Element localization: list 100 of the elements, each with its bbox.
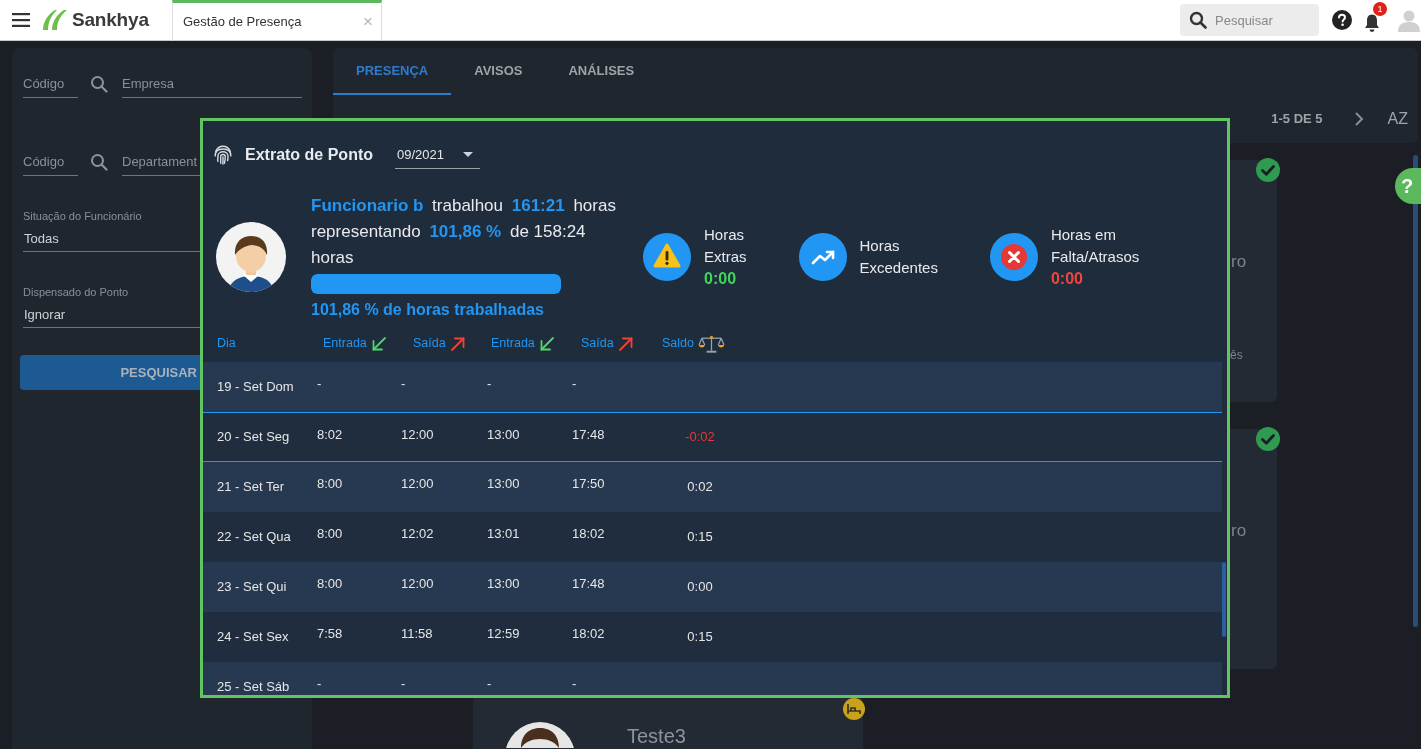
table-cell-text: - xyxy=(317,375,322,393)
table-cell-text: - xyxy=(487,675,492,693)
tab[interactable]: ANÁLISES xyxy=(545,48,658,95)
table-row[interactable]: 20 - Set Seg 8:02 12:00 13:00 17:48 -0:02 xyxy=(203,412,1222,462)
table-cell-text: 0:00 xyxy=(687,578,713,597)
scrollbar-thumb[interactable] xyxy=(1413,155,1418,627)
pagination-text: 1-5 DE 5 xyxy=(1271,110,1323,129)
table-cell-text: - xyxy=(487,375,492,393)
table-cell-text: 23 - Set Qui xyxy=(216,578,287,597)
employee-card[interactable]: ro xyxy=(1227,429,1277,669)
stat-label: Horas em Falta/Atrasos xyxy=(1050,225,1140,267)
table-cell-text: 13:00 xyxy=(487,426,520,444)
menu-icon[interactable] xyxy=(12,13,30,27)
check-icon xyxy=(1256,158,1280,182)
employee-name: Teste3 xyxy=(627,725,686,747)
help-icon[interactable] xyxy=(1332,10,1352,30)
column-header[interactable]: Dia xyxy=(217,334,236,353)
table-cell-text: 17:48 xyxy=(572,426,605,444)
search-icon[interactable] xyxy=(90,75,108,93)
table-cell-text: 17:48 xyxy=(572,575,605,593)
column-header[interactable]: Saída xyxy=(413,334,446,353)
table-cell-text: 0:15 xyxy=(687,528,713,547)
notification-badge: 1 xyxy=(1373,2,1387,16)
app-tab[interactable]: Gestão de Presença × xyxy=(172,0,382,41)
caret-icon xyxy=(463,152,473,157)
table-cell-text: 11:58 xyxy=(401,625,433,643)
name-field[interactable]: Empresa xyxy=(122,70,302,98)
table-cell-text: - xyxy=(572,375,577,393)
table-cell-text: 19 - Set Dom xyxy=(216,378,294,397)
table-cell-text: 7:58 xyxy=(317,625,343,643)
table-cell-text: 18:02 xyxy=(572,525,605,543)
tab[interactable]: PRESENÇA xyxy=(333,48,452,95)
logo-icon xyxy=(42,9,68,31)
stat-label: Horas Excedentes xyxy=(859,236,938,278)
name-field[interactable]: Departament xyxy=(122,148,202,176)
search-icon xyxy=(1189,11,1207,29)
table-cell-text: 0:15 xyxy=(687,628,713,647)
table-cell-text: 22 - Set Qua xyxy=(216,528,291,547)
brand-name: Sankhya xyxy=(72,7,150,32)
employee-card[interactable]: ro ês xyxy=(1227,160,1277,402)
table-row[interactable]: 25 - Set Sáb - - - - xyxy=(203,662,1222,695)
table-cell-text: 13:00 xyxy=(487,575,520,593)
table-cell-text: 12:00 xyxy=(401,575,434,593)
arrow-down-left-icon xyxy=(370,335,387,352)
column-header[interactable]: Saldo xyxy=(662,334,694,353)
field-label: Dispensado do Ponto xyxy=(23,285,130,299)
sort-button[interactable]: AZ xyxy=(1387,111,1408,127)
progress-caption: 101,86 % de horas trabalhadas xyxy=(311,300,545,320)
table-cell-text: 25 - Set Sáb xyxy=(216,678,290,695)
stat-value: 0:00 xyxy=(704,269,738,289)
table-row[interactable]: 21 - Set Ter 8:00 12:00 13:00 17:50 0:02 xyxy=(203,462,1222,512)
table-cell-text: 13:00 xyxy=(487,475,520,493)
table-cell-text: 24 - Set Sex xyxy=(216,628,289,647)
search-button[interactable]: PESQUISAR xyxy=(20,355,200,390)
bed-icon xyxy=(843,698,865,720)
search-icon[interactable] xyxy=(90,153,108,171)
scrollbar-thumb[interactable] xyxy=(1222,562,1226,637)
table-cell-text: 12:00 xyxy=(401,475,434,493)
arrow-up-right-icon xyxy=(449,335,466,352)
warning-icon xyxy=(643,233,691,281)
card-text: ês xyxy=(1229,348,1244,362)
card-text: ro xyxy=(1230,521,1248,541)
table-cell-text: 8:00 xyxy=(317,575,343,593)
tab-label: Gestão de Presença xyxy=(183,12,302,31)
table-cell-text: 20 - Set Seg xyxy=(216,428,290,447)
column-header[interactable]: Entrada xyxy=(491,334,535,353)
period-select[interactable]: 09/2021 xyxy=(395,141,480,169)
chevron-right-icon[interactable] xyxy=(1353,111,1364,127)
table-cell-text: 8:02 xyxy=(317,426,343,444)
arrow-up-right-icon xyxy=(617,335,634,352)
column-header[interactable]: Saída xyxy=(581,334,614,353)
code-field[interactable]: Código xyxy=(23,148,78,176)
search-field[interactable]: Pesquisar xyxy=(1180,4,1319,36)
stat-value: 0:00 xyxy=(1050,269,1084,289)
table-cell-text: - xyxy=(317,675,322,693)
table-cell-text: 12:02 xyxy=(401,525,434,543)
table-cell-text: - xyxy=(401,675,406,693)
table-cell-text: - xyxy=(572,675,577,693)
table-cell-text: 13:01 xyxy=(487,525,520,543)
table-cell-text: -0:02 xyxy=(685,428,715,447)
employee-card[interactable]: Teste3 xyxy=(473,696,863,749)
scales-icon xyxy=(698,333,725,354)
table-cell-text: - xyxy=(401,375,406,393)
table-cell-text: 12:59 xyxy=(487,625,520,643)
dialog-title: Extrato de Ponto xyxy=(245,145,373,165)
table-row[interactable]: 23 - Set Qui 8:00 12:00 13:00 17:48 0:00 xyxy=(203,562,1222,612)
tab[interactable]: AVISOS xyxy=(451,48,546,95)
table-cell-text: 18:02 xyxy=(572,625,605,643)
card-text: ro xyxy=(1230,252,1248,272)
table-cell-text: 0:02 xyxy=(687,478,713,497)
table-cell-text: 8:00 xyxy=(317,525,343,543)
fingerprint-icon xyxy=(212,144,234,166)
check-icon xyxy=(1256,427,1280,451)
code-field[interactable]: Código xyxy=(23,70,78,98)
column-header[interactable]: Entrada xyxy=(323,334,367,353)
avatar-icon xyxy=(216,222,286,292)
table-row[interactable]: 19 - Set Dom - - - - xyxy=(203,362,1222,412)
table-cell-text: 21 - Set Ter xyxy=(216,478,284,497)
bell-icon[interactable] xyxy=(1363,12,1381,33)
error-icon xyxy=(989,233,1038,281)
